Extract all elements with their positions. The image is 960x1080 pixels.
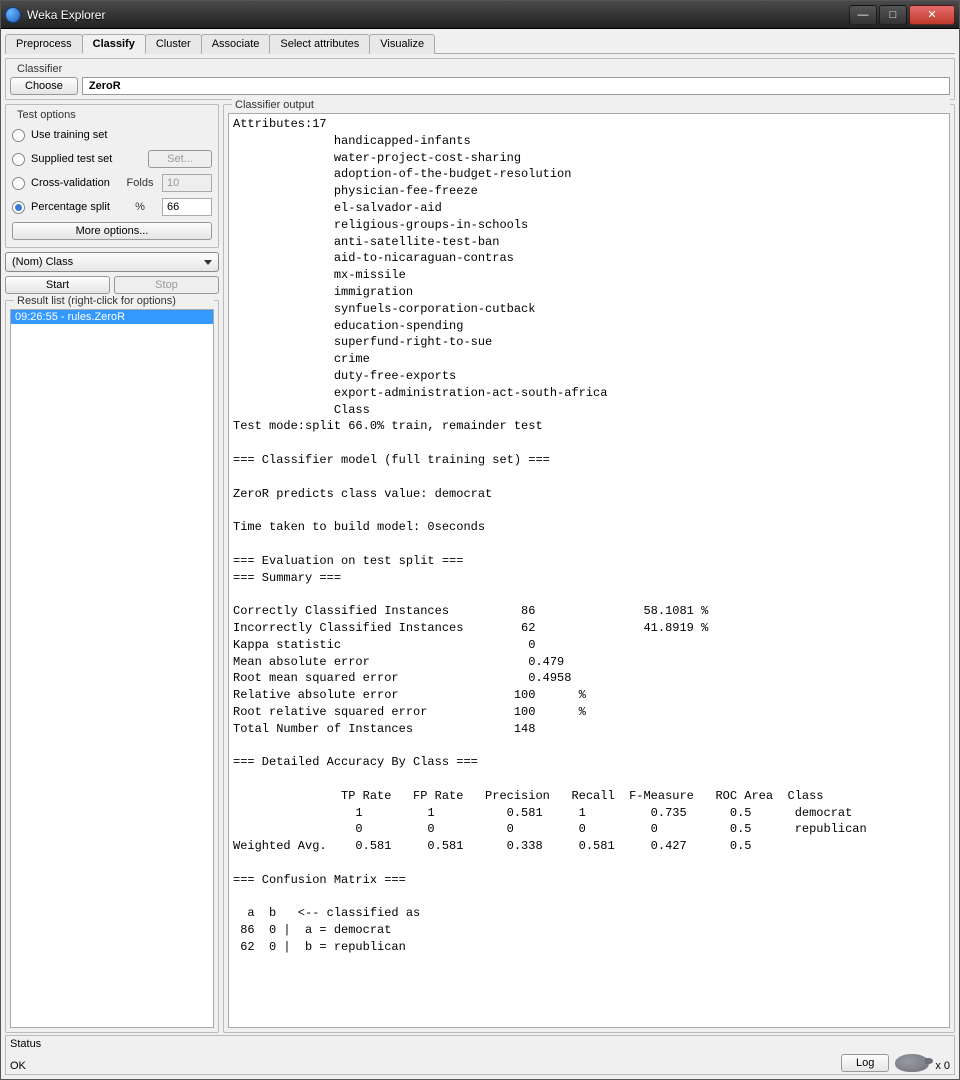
label-supplied-set: Supplied test set	[31, 153, 142, 165]
content-area: Preprocess Classify Cluster Associate Se…	[1, 29, 959, 1079]
tab-preprocess[interactable]: Preprocess	[5, 34, 83, 54]
left-panel: Test options Use training set Supplied t…	[5, 102, 219, 1033]
classifier-name-field[interactable]: ZeroR	[82, 77, 950, 95]
set-button[interactable]: Set...	[148, 150, 212, 168]
tab-associate[interactable]: Associate	[201, 34, 271, 54]
status-label: Status	[10, 1038, 835, 1050]
radio-training-set[interactable]	[12, 129, 25, 142]
minimize-button[interactable]: —	[849, 5, 877, 25]
tab-classify[interactable]: Classify	[82, 34, 146, 54]
more-options-button[interactable]: More options...	[12, 222, 212, 240]
pct-label: %	[124, 201, 156, 213]
app-icon	[5, 7, 21, 23]
close-button[interactable]: ✕	[909, 5, 955, 25]
result-list-body[interactable]: 09:26:55 - rules.ZeroR	[10, 309, 214, 1028]
tab-select-attributes[interactable]: Select attributes	[269, 34, 370, 54]
class-combo-value: (Nom) Class	[12, 256, 73, 268]
radio-cross-validation[interactable]	[12, 177, 25, 190]
radio-percentage-split[interactable]	[12, 201, 25, 214]
status-bar: Status OK Log x 0	[5, 1035, 955, 1075]
window-title: Weka Explorer	[27, 8, 849, 22]
maximize-button[interactable]: □	[879, 5, 907, 25]
window-controls: — □ ✕	[849, 5, 955, 25]
chevron-down-icon	[204, 260, 212, 265]
classifier-section: Classifier Choose ZeroR	[5, 58, 955, 100]
stop-button[interactable]: Stop	[114, 276, 219, 294]
output-label: Classifier output	[232, 99, 950, 111]
label-percentage-split: Percentage split	[31, 201, 118, 213]
app-window: Weka Explorer — □ ✕ Preprocess Classify …	[0, 0, 960, 1080]
status-text: OK	[10, 1060, 835, 1072]
tab-cluster[interactable]: Cluster	[145, 34, 202, 54]
titlebar[interactable]: Weka Explorer — □ ✕	[1, 1, 959, 29]
start-button[interactable]: Start	[5, 276, 110, 294]
pct-input[interactable]	[162, 198, 212, 216]
test-options-section: Test options Use training set Supplied t…	[5, 104, 219, 248]
radio-supplied-set[interactable]	[12, 153, 25, 166]
test-options-label: Test options	[14, 109, 79, 121]
output-section: Classifier output Attributes:17 handicap…	[223, 104, 955, 1033]
result-list-label: Result list (right-click for options)	[14, 295, 214, 307]
label-training-set: Use training set	[31, 129, 212, 141]
classifier-label: Classifier	[14, 63, 65, 75]
result-item[interactable]: 09:26:55 - rules.ZeroR	[11, 310, 213, 324]
main-tabs: Preprocess Classify Cluster Associate Se…	[5, 33, 955, 54]
tab-visualize[interactable]: Visualize	[369, 34, 435, 54]
choose-button[interactable]: Choose	[10, 77, 78, 95]
classifier-output[interactable]: Attributes:17 handicapped-infants water-…	[228, 113, 950, 1028]
main-split: Test options Use training set Supplied t…	[5, 102, 955, 1033]
task-counter: x 0	[935, 1060, 950, 1072]
weka-bird-icon	[895, 1054, 929, 1072]
folds-label: Folds	[124, 177, 156, 189]
class-combo[interactable]: (Nom) Class	[5, 252, 219, 272]
result-list-section: Result list (right-click for options) 09…	[5, 300, 219, 1033]
label-cross-validation: Cross-validation	[31, 177, 118, 189]
folds-input[interactable]	[162, 174, 212, 192]
log-button[interactable]: Log	[841, 1054, 889, 1072]
